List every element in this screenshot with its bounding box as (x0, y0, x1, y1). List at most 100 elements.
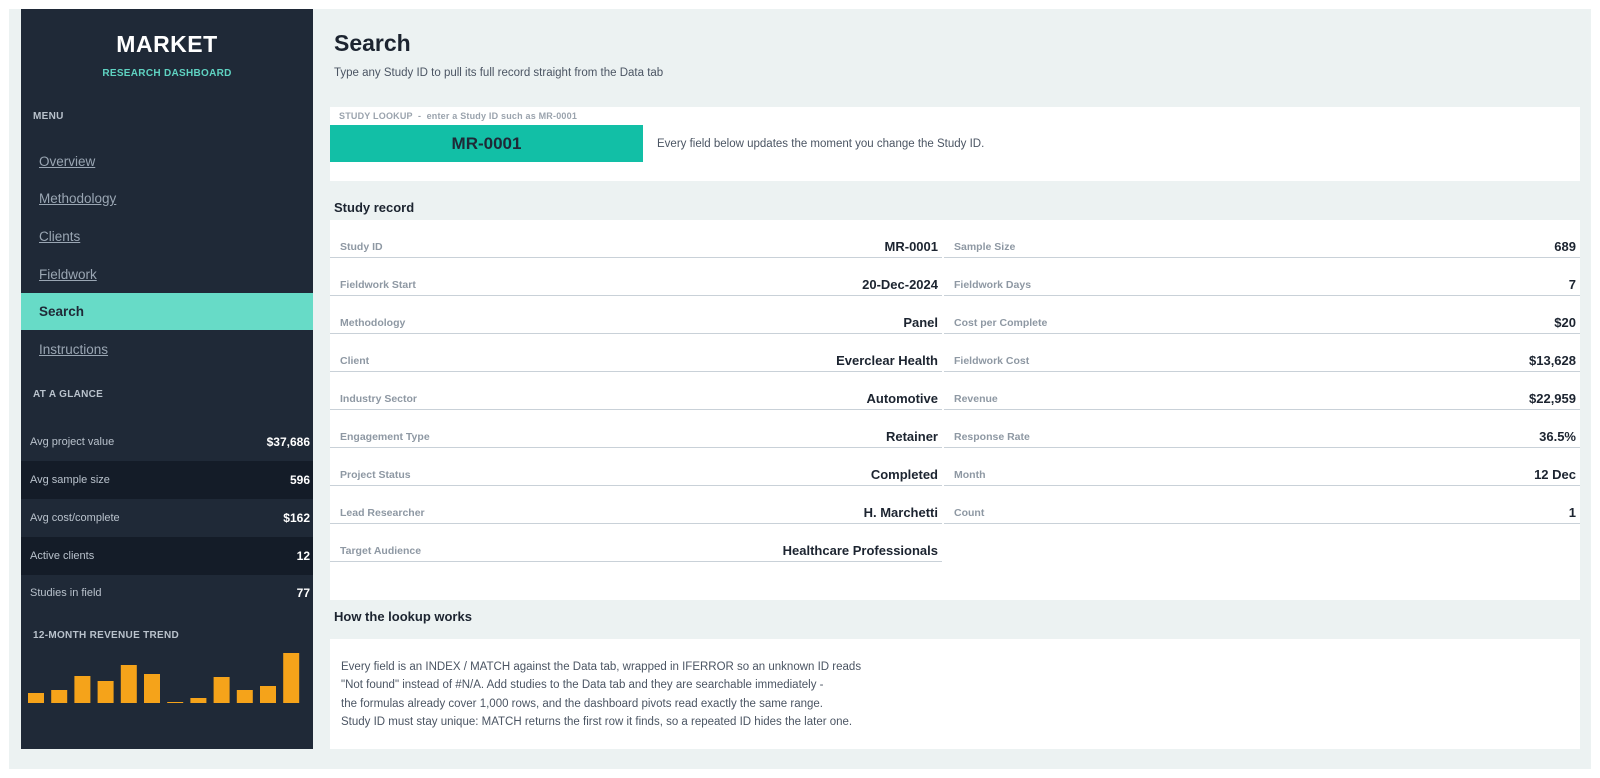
field-label: Cost per Complete (954, 317, 1048, 329)
glance-value: $37,686 (266, 435, 310, 449)
trend-bar (236, 690, 253, 703)
record-field-cost-per-complete: Cost per Complete $20 (944, 296, 1580, 334)
how-line: the formulas already cover 1,000 rows, a… (341, 698, 823, 710)
how-line: Every field is an INDEX / MATCH against … (341, 661, 862, 673)
field-label: Sample Size (954, 241, 1016, 253)
field-value: $22,959 (1529, 391, 1576, 406)
study-id-input[interactable] (330, 125, 643, 162)
glance-value: 12 (296, 549, 310, 563)
record-field-month: Month 12 Dec (944, 448, 1580, 486)
sidebar: MARKET RESEARCH DASHBOARD MENU Overview … (21, 9, 313, 749)
field-label: Fieldwork Cost (954, 355, 1030, 367)
record-field-engagement-type: Engagement Type Retainer (330, 410, 942, 448)
field-value: 689 (1554, 239, 1576, 254)
record-field-lead-researcher: Lead Researcher H. Marchetti (330, 486, 942, 524)
page-title: Search (334, 30, 411, 56)
study-record-card: Study ID MR-0001 Fieldwork Start 20-Dec-… (330, 220, 1580, 600)
menu-item-clients[interactable]: Clients (21, 218, 313, 255)
glance-row-studies-in-field: Studies in field 77 (21, 574, 313, 612)
app-frame: MARKET RESEARCH DASHBOARD MENU Overview … (9, 9, 1591, 769)
glance-label-text: Avg cost/complete (30, 512, 120, 524)
field-value: $13,628 (1529, 353, 1576, 368)
record-field-target-audience: Target Audience Healthcare Professionals (330, 524, 942, 562)
trend-bar (144, 674, 160, 703)
menu-item-instructions[interactable]: Instructions (21, 331, 313, 368)
field-label: Fieldwork Start (340, 279, 416, 291)
lookup-card: STUDY LOOKUP - enter a Study ID such as … (330, 107, 1580, 181)
trend-bar (28, 693, 44, 703)
field-label: Study ID (340, 241, 383, 253)
field-label: Revenue (954, 393, 998, 405)
record-field-count: Count 1 (944, 486, 1580, 524)
field-label: Fieldwork Days (954, 279, 1032, 291)
glance-row-avg-cost-complete: Avg cost/complete $162 (21, 499, 313, 537)
trend-bar (120, 665, 137, 703)
trend-bar (283, 653, 300, 703)
field-label: Month (954, 469, 986, 481)
field-value: 36.5% (1539, 429, 1576, 444)
glance-label-text: Studies in field (30, 587, 102, 599)
glance-label-text: Active clients (30, 550, 95, 562)
record-field-methodology: Methodology Panel (330, 296, 942, 334)
field-label: Engagement Type (340, 431, 430, 443)
page-subtitle: Type any Study ID to pull its full recor… (334, 67, 664, 79)
field-label: Lead Researcher (340, 507, 425, 519)
field-label: Response Rate (954, 431, 1030, 443)
glance-row-active-clients: Active clients 12 (21, 537, 313, 575)
field-label: Client (340, 355, 370, 367)
field-value: 7 (1568, 277, 1576, 292)
trend-bar (97, 681, 114, 703)
record-field-fieldwork-days: Fieldwork Days 7 (944, 258, 1580, 296)
record-field-study-id: Study ID MR-0001 (330, 220, 942, 258)
field-label: Industry Sector (340, 393, 418, 405)
how-card: Every field is an INDEX / MATCH against … (330, 639, 1580, 749)
trend-bar (260, 686, 276, 703)
field-value: Healthcare Professionals (782, 543, 938, 558)
glance-value: $162 (283, 511, 310, 525)
menu-label: MENU (33, 111, 64, 122)
lookup-label: STUDY LOOKUP - enter a Study ID such as … (339, 111, 578, 121)
field-value: 1 (1568, 505, 1576, 520)
lookup-hint: Every field below updates the moment you… (657, 138, 985, 150)
field-value: Completed (870, 467, 938, 482)
trend-bar (213, 677, 230, 703)
trend-bar (74, 676, 91, 703)
brand-title: MARKET (116, 31, 218, 57)
record-field-fieldwork-start: Fieldwork Start 20-Dec-2024 (330, 258, 942, 296)
menu-item-methodology[interactable]: Methodology (21, 180, 313, 217)
glance-label-text: Avg sample size (30, 474, 110, 486)
record-field-response-rate: Response Rate 36.5% (944, 410, 1580, 448)
field-value: 12 Dec (1534, 467, 1576, 482)
field-value: H. Marchetti (863, 505, 938, 520)
menu-item-search[interactable]: Search (21, 293, 313, 330)
menu-item-overview[interactable]: Overview (21, 143, 313, 180)
field-value: Automotive (866, 391, 939, 406)
menu-item-fieldwork[interactable]: Fieldwork (21, 256, 313, 293)
trend-bar (190, 698, 207, 703)
field-value: Everclear Health (836, 353, 938, 368)
field-value: $20 (1554, 315, 1576, 330)
record-field-revenue: Revenue $22,959 (944, 372, 1580, 410)
brand-subtitle: RESEARCH DASHBOARD (102, 68, 232, 79)
how-line: "Not found" instead of #N/A. Add studies… (341, 679, 824, 691)
field-label: Methodology (340, 317, 406, 329)
glance-value: 596 (289, 473, 310, 487)
glance-row-avg-sample-size: Avg sample size 596 (21, 461, 313, 499)
trend-label: 12-MONTH REVENUE TREND (33, 630, 180, 641)
record-field-sample-size: Sample Size 689 (944, 220, 1580, 258)
how-line: Study ID must stay unique: MATCH returns… (341, 716, 853, 728)
trend-bar (51, 690, 68, 703)
how-section-title: How the lookup works (334, 609, 472, 624)
record-field-fieldwork-cost: Fieldwork Cost $13,628 (944, 334, 1580, 372)
record-section-title: Study record (334, 200, 415, 215)
revenue-trend-chart (28, 653, 300, 703)
record-field-client: Client Everclear Health (330, 334, 942, 372)
field-label: Project Status (340, 469, 411, 481)
record-field-industry-sector: Industry Sector Automotive (330, 372, 942, 410)
field-value: 20-Dec-2024 (862, 277, 938, 292)
glance-row-avg-project-value: Avg project value $37,686 (21, 423, 313, 461)
field-value: Panel (903, 315, 938, 330)
trend-bar (167, 702, 184, 703)
field-value: MR-0001 (884, 239, 938, 254)
record-field-project-status: Project Status Completed (330, 448, 942, 486)
